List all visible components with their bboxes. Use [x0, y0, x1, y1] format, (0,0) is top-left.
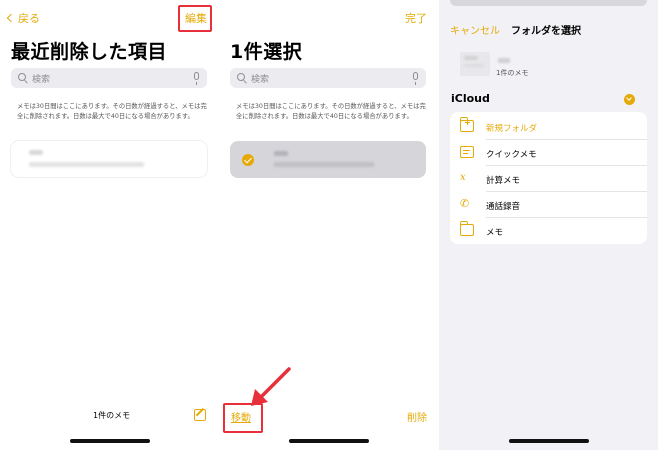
- stacked-sheet-edge: [450, 0, 647, 6]
- search-placeholder: 検索: [251, 75, 270, 85]
- microphone-icon[interactable]: [194, 72, 199, 85]
- blurred-note-preview: [29, 162, 144, 167]
- home-indicator: [70, 439, 150, 443]
- folder-label: 通話録音: [486, 202, 521, 212]
- edit-highlight-box: [178, 5, 212, 32]
- math-note-icon: x: [460, 172, 466, 183]
- home-indicator: [509, 439, 589, 443]
- note-preview-thumbnail: [460, 52, 490, 76]
- back-label: 戻る: [18, 12, 40, 25]
- folder-label: メモ: [486, 228, 504, 238]
- search-field[interactable]: 検索: [230, 68, 426, 88]
- retention-notice: メモは30日間はここにあります。その日数が経過すると、メモは完全に削除されます。…: [17, 103, 207, 120]
- blurred-note-title: [498, 58, 510, 63]
- folder-row-call-recordings[interactable]: ✆ 通話録音: [450, 192, 647, 218]
- folder-row-math-notes[interactable]: x 計算メモ: [450, 166, 647, 192]
- new-folder-icon: [460, 117, 474, 132]
- blurred-note-preview: [274, 162, 374, 167]
- icloud-section-title: iCloud: [451, 92, 490, 105]
- done-button[interactable]: 完了: [405, 10, 427, 26]
- folder-list: 新規フォルダ クイックメモ x 計算メモ ✆ 通話録音 メモ: [439, 112, 658, 244]
- selected-note-item[interactable]: [230, 141, 426, 178]
- search-icon: [18, 73, 26, 81]
- folder-icon: [460, 221, 474, 236]
- folder-label: クイックメモ: [486, 150, 537, 160]
- back-button[interactable]: 戻る: [6, 10, 40, 26]
- note-count: 1件のメモ: [496, 69, 529, 77]
- page-title: 1件選択: [230, 41, 303, 63]
- retention-notice: メモは30日間はここにあります。その日数が経過すると、メモは完全に削除されます。…: [236, 103, 426, 120]
- search-field[interactable]: 検索: [11, 68, 207, 88]
- home-indicator: [289, 439, 369, 443]
- microphone-icon[interactable]: [413, 72, 418, 85]
- chevron-left-icon: [6, 13, 16, 23]
- folder-row-notes[interactable]: メモ: [450, 218, 647, 244]
- search-placeholder: 検索: [32, 75, 51, 85]
- compose-icon[interactable]: [194, 407, 206, 421]
- quick-note-icon: [460, 146, 474, 158]
- folder-picker-sheet: キャンセル フォルダを選択 1件のメモ iCloud 新規フォルダ クイックメモ: [439, 0, 658, 450]
- checkmark-icon: [242, 154, 254, 166]
- sheet-title: フォルダを選択: [511, 26, 581, 37]
- move-highlight-box: [223, 403, 263, 433]
- note-count: 1件のメモ: [93, 411, 131, 420]
- delete-button[interactable]: 削除: [407, 409, 427, 424]
- blurred-note-title: [274, 151, 288, 156]
- folder-label: 計算メモ: [486, 176, 521, 186]
- collapse-chevron-icon[interactable]: [624, 94, 635, 105]
- selection-screen: 完了 1件選択 検索 メモは30日間はここにあります。その日数が経過すると、メモ…: [219, 0, 439, 450]
- phone-recording-icon: ✆: [460, 197, 470, 210]
- folder-row-new-folder[interactable]: 新規フォルダ: [450, 114, 647, 140]
- note-list-item[interactable]: [11, 141, 207, 177]
- search-icon: [237, 73, 245, 81]
- cancel-button[interactable]: キャンセル: [450, 22, 500, 37]
- arrow-annotation: [251, 367, 291, 406]
- blurred-note-title: [29, 150, 43, 155]
- page-title: 最近削除した項目: [11, 41, 168, 63]
- folder-row-quick-note[interactable]: クイックメモ: [450, 140, 647, 166]
- recently-deleted-screen: 戻る 編集 最近削除した項目 検索 メモは30日間はここにあります。その日数が経…: [0, 0, 219, 450]
- folder-label: 新規フォルダ: [486, 124, 538, 134]
